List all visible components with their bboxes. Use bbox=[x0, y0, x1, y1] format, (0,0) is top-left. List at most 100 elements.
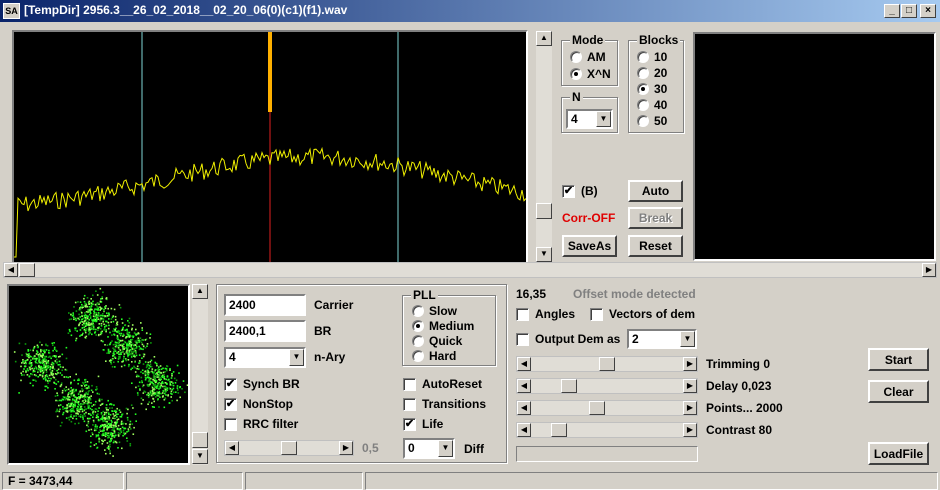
slider-thumb[interactable] bbox=[281, 441, 297, 455]
scroll-right-icon[interactable]: ▶ bbox=[683, 423, 697, 437]
checkbox-label: Transitions bbox=[422, 397, 487, 411]
radio-icon bbox=[637, 67, 649, 79]
checkbox-empty-icon bbox=[224, 417, 237, 431]
clear-button[interactable]: Clear bbox=[868, 380, 929, 403]
carrier-peak bbox=[268, 32, 272, 112]
constellation-vscroll[interactable]: ▲ ▼ bbox=[192, 284, 208, 465]
pll-quick-radio[interactable]: Quick bbox=[412, 334, 462, 348]
scroll-right-icon[interactable]: ▶ bbox=[922, 263, 936, 277]
checkbox-label: NonStop bbox=[243, 397, 293, 411]
scroll-left-icon[interactable]: ◀ bbox=[517, 401, 531, 415]
slider-2[interactable]: ◀ ▶ bbox=[516, 400, 698, 416]
slider-thumb[interactable] bbox=[560, 379, 577, 393]
scroll-left-icon[interactable]: ◀ bbox=[225, 441, 239, 455]
chevron-down-icon[interactable]: ▼ bbox=[596, 111, 611, 127]
nary-select[interactable]: 4 ▼ bbox=[224, 347, 306, 368]
saveas-button[interactable]: SaveAs bbox=[562, 235, 617, 257]
synch-br-checkbox[interactable]: ✔ Synch BR bbox=[224, 377, 300, 391]
slider-thumb[interactable] bbox=[589, 401, 606, 415]
blocks-radio-20[interactable]: 20 bbox=[637, 66, 667, 80]
blocks-label: 50 bbox=[654, 114, 668, 128]
waterfall-display[interactable] bbox=[693, 32, 936, 261]
mode-am-label: AM bbox=[587, 50, 606, 64]
life-checkbox[interactable]: ✔ Life bbox=[403, 417, 443, 431]
status-panel-4 bbox=[365, 472, 938, 490]
pll-medium-radio[interactable]: Medium bbox=[412, 319, 474, 333]
output-dem-select[interactable]: 2 ▼ bbox=[627, 329, 697, 349]
maximize-button[interactable]: □ bbox=[901, 4, 917, 18]
corr-status: Corr-OFF bbox=[562, 211, 616, 225]
slider-3[interactable]: ◀ ▶ bbox=[516, 422, 698, 438]
pll-hard-radio[interactable]: Hard bbox=[412, 349, 456, 363]
close-button[interactable]: × bbox=[920, 4, 936, 18]
mode-xn-radio[interactable]: X^N bbox=[570, 67, 611, 81]
b-checkbox[interactable]: ✔ (B) bbox=[562, 184, 598, 198]
reset-button[interactable]: Reset bbox=[628, 235, 683, 257]
scroll-right-icon[interactable]: ▶ bbox=[683, 401, 697, 415]
carrier-input[interactable]: 2400 bbox=[224, 294, 306, 316]
slider-thumb[interactable] bbox=[599, 357, 615, 371]
scroll-down-icon[interactable]: ▼ bbox=[192, 449, 208, 464]
status-panel-3 bbox=[245, 472, 363, 490]
app-icon[interactable]: SA bbox=[3, 3, 20, 19]
scroll-down-icon[interactable]: ▼ bbox=[536, 247, 552, 262]
status-frequency: F = 3473,44 bbox=[2, 472, 124, 490]
blocks-group: Blocks 10 20 30 40 50 bbox=[628, 33, 684, 133]
radio-icon bbox=[637, 99, 649, 111]
chevron-down-icon[interactable]: ▼ bbox=[680, 331, 695, 347]
break-button[interactable]: Break bbox=[628, 207, 683, 229]
br-label: BR bbox=[314, 324, 332, 338]
minimize-button[interactable]: _ bbox=[884, 4, 900, 18]
output-dem-checkbox[interactable]: Output Dem as bbox=[516, 332, 620, 346]
spectrum-display[interactable] bbox=[12, 30, 528, 264]
pll-slow-radio[interactable]: Slow bbox=[412, 304, 457, 318]
autoreset-checkbox[interactable]: AutoReset bbox=[403, 377, 482, 391]
scroll-right-icon[interactable]: ▶ bbox=[683, 379, 697, 393]
nonstop-checkbox[interactable]: ✔ NonStop bbox=[224, 397, 293, 411]
chevron-down-icon[interactable]: ▼ bbox=[289, 349, 304, 366]
scroll-left-icon[interactable]: ◀ bbox=[4, 263, 18, 277]
blocks-radio-50[interactable]: 50 bbox=[637, 114, 667, 128]
chevron-down-icon[interactable]: ▼ bbox=[438, 440, 453, 457]
slider-1[interactable]: ◀ ▶ bbox=[516, 378, 698, 394]
auto-button[interactable]: Auto bbox=[628, 180, 683, 202]
n-select[interactable]: 4 ▼ bbox=[566, 109, 613, 129]
radio-icon bbox=[637, 51, 649, 63]
angles-checkbox[interactable]: Angles bbox=[516, 307, 575, 321]
mode-am-radio[interactable]: AM bbox=[570, 50, 606, 64]
blocks-radio-30[interactable]: 30 bbox=[637, 82, 667, 96]
hscroll-thumb[interactable] bbox=[19, 263, 35, 277]
diff-select[interactable]: 0 ▼ bbox=[403, 438, 455, 459]
check-icon: ✔ bbox=[224, 397, 237, 411]
scroll-right-icon[interactable]: ▶ bbox=[339, 441, 353, 455]
rrc-filter-checkbox[interactable]: RRC filter bbox=[224, 417, 298, 431]
constellation-display[interactable] bbox=[7, 284, 190, 465]
vscroll-thumb[interactable] bbox=[536, 203, 552, 219]
rrc-slider[interactable]: ◀ ▶ bbox=[224, 440, 354, 456]
scroll-left-icon[interactable]: ◀ bbox=[517, 357, 531, 371]
loadfile-button[interactable]: LoadFile bbox=[868, 442, 929, 465]
radio-icon bbox=[412, 335, 424, 347]
pll-label: Slow bbox=[429, 304, 458, 318]
slider-0[interactable]: ◀ ▶ bbox=[516, 356, 698, 372]
start-button[interactable]: Start bbox=[868, 348, 929, 371]
checkbox-label: AutoReset bbox=[422, 377, 483, 391]
slider-thumb[interactable] bbox=[551, 423, 568, 437]
vscroll-thumb[interactable] bbox=[192, 432, 208, 448]
scroll-up-icon[interactable]: ▲ bbox=[192, 284, 208, 299]
diff-label: Diff bbox=[464, 442, 484, 456]
diff-value: 0 bbox=[408, 441, 415, 455]
checkbox-label: Life bbox=[422, 417, 444, 431]
spectrum-vscroll[interactable]: ▲ ▼ bbox=[536, 31, 552, 263]
blocks-radio-10[interactable]: 10 bbox=[637, 50, 667, 64]
blocks-radio-40[interactable]: 40 bbox=[637, 98, 667, 112]
scroll-right-icon[interactable]: ▶ bbox=[683, 357, 697, 371]
vectors-checkbox[interactable]: Vectors of dem bbox=[590, 307, 695, 321]
transitions-checkbox[interactable]: Transitions bbox=[403, 397, 486, 411]
main-hscroll[interactable]: ◀ ▶ bbox=[3, 262, 937, 278]
br-input[interactable]: 2400,1 bbox=[224, 320, 306, 342]
n-group: N 4 ▼ bbox=[561, 90, 618, 133]
scroll-left-icon[interactable]: ◀ bbox=[517, 379, 531, 393]
scroll-up-icon[interactable]: ▲ bbox=[536, 31, 552, 46]
scroll-left-icon[interactable]: ◀ bbox=[517, 423, 531, 437]
